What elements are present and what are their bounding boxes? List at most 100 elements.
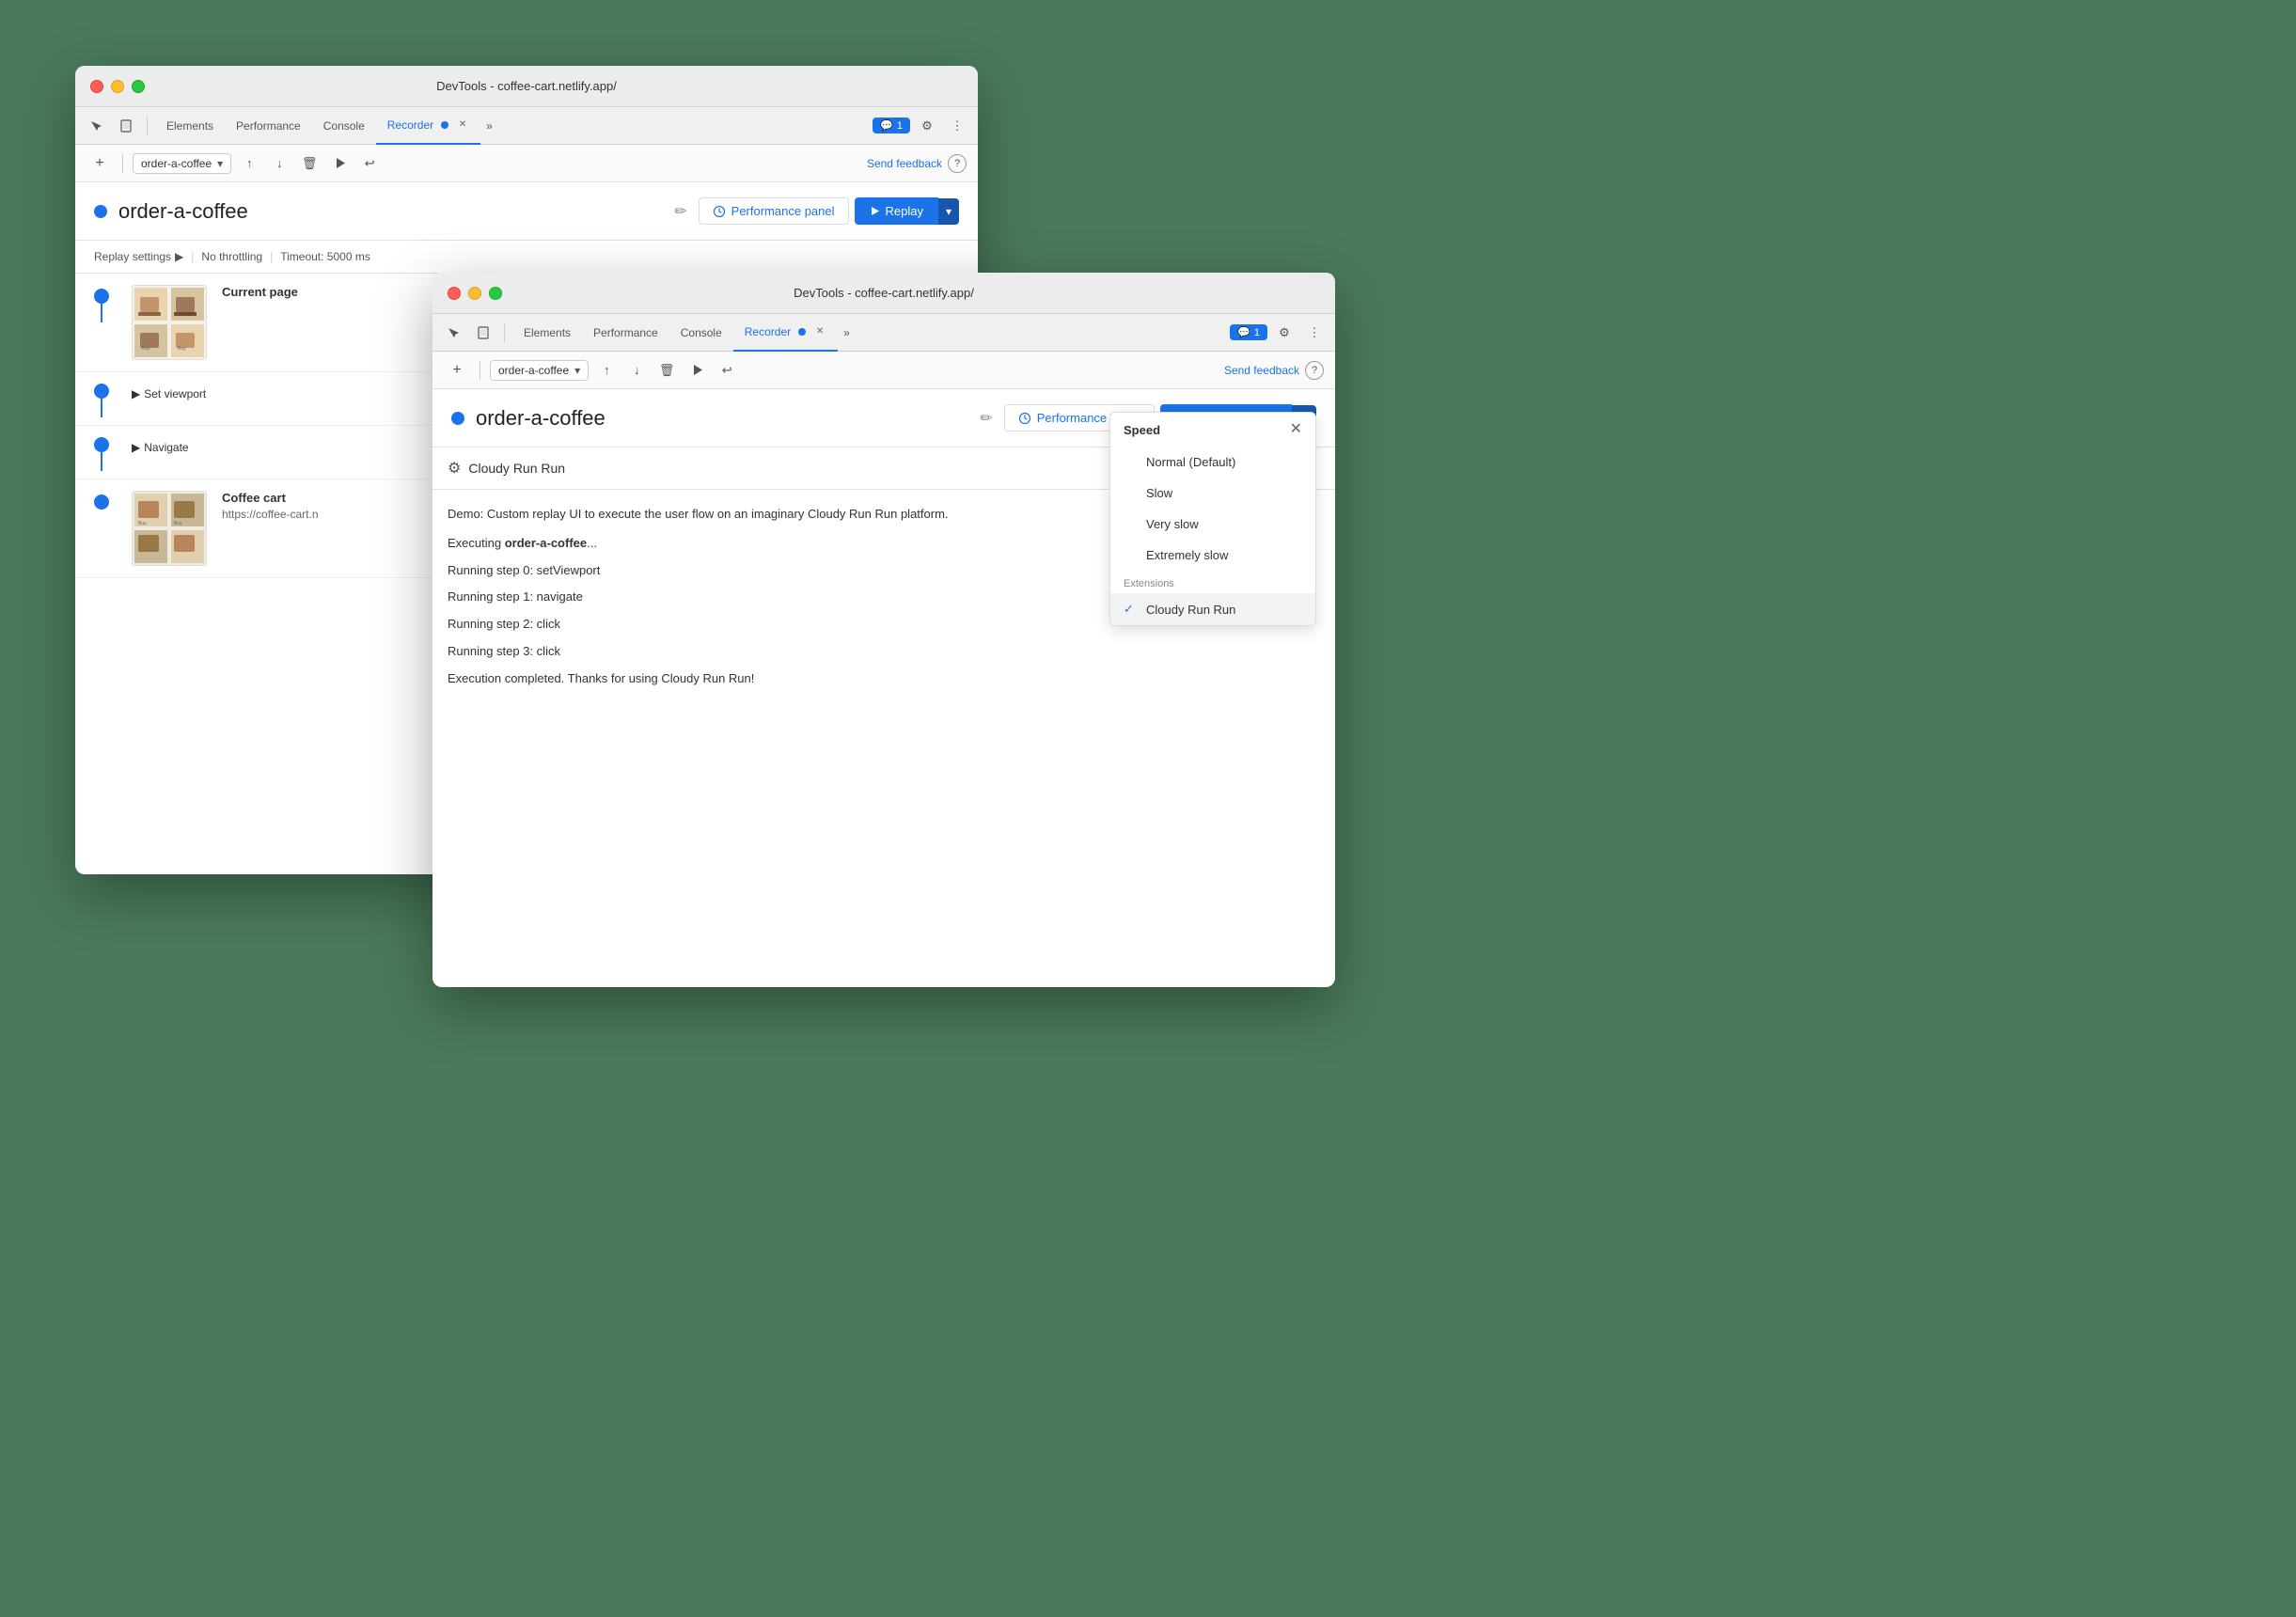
add-recording-back[interactable]: + — [86, 150, 113, 177]
dropdown-item-normal[interactable]: Normal (Default) — [1110, 447, 1315, 478]
replay-settings-label[interactable]: Replay settings ▶ — [94, 250, 183, 263]
step-line-2 — [101, 399, 102, 417]
minimize-button-back[interactable] — [111, 80, 124, 93]
executing-suffix: ... — [587, 536, 597, 550]
step-dot-1 — [94, 289, 109, 304]
extensions-section-label: Extensions — [1110, 571, 1315, 593]
delete-icon-front[interactable]: 🗑 — [654, 358, 679, 383]
dropdown-item-very-slow[interactable]: Very slow — [1110, 509, 1315, 540]
recording-header-back: order-a-coffee ✏ Performance panel Repla… — [75, 182, 978, 241]
tab-performance-front[interactable]: Performance — [582, 314, 669, 352]
step-line-1 — [101, 304, 102, 322]
send-feedback-front[interactable]: Send feedback — [1224, 364, 1299, 377]
expand-settings-icon: ▶ — [175, 250, 183, 263]
add-recording-front[interactable]: + — [444, 357, 470, 384]
step-expand-viewport[interactable]: ▶ Set viewport — [132, 380, 206, 408]
message-badge-back[interactable]: 💬1 — [873, 118, 910, 133]
svg-text:Buy: Buy — [142, 346, 150, 352]
svg-text:Buy: Buy — [138, 521, 147, 526]
send-feedback-back[interactable]: Send feedback — [867, 157, 942, 170]
device-icon-front[interactable] — [470, 320, 496, 346]
step-line-3 — [101, 452, 102, 471]
tab-console-front[interactable]: Console — [669, 314, 733, 352]
tab-recorder-front[interactable]: Recorder ✕ — [733, 314, 838, 352]
tab-recorder-back[interactable]: Recorder ✕ — [376, 107, 480, 145]
executing-prefix: Executing — [448, 536, 505, 550]
import-icon-back[interactable]: ↓ — [267, 151, 291, 176]
settings-icon-back[interactable]: ⚙ — [914, 113, 940, 139]
settings-icon-front[interactable]: ⚙ — [1271, 320, 1297, 346]
step-screenshot-4: Buy Buy — [132, 491, 207, 566]
step-dot-4 — [94, 495, 109, 510]
recording-title-back: order-a-coffee — [118, 199, 663, 224]
export-icon-front[interactable]: ↑ — [594, 358, 619, 383]
play-icon-front[interactable] — [684, 358, 709, 383]
more-tabs-front[interactable]: » — [838, 322, 856, 343]
delete-icon-back[interactable]: 🗑 — [297, 151, 322, 176]
cursor-icon-front[interactable] — [440, 320, 466, 346]
recorder-tab-close-back[interactable]: ✕ — [456, 118, 469, 132]
recording-selector-back[interactable]: order-a-coffee ▾ — [133, 153, 231, 174]
export-icon-back[interactable]: ↑ — [237, 151, 261, 176]
device-icon[interactable] — [113, 113, 139, 139]
more-options-icon-back[interactable]: ⋮ — [944, 113, 970, 139]
help-icon-back[interactable]: ? — [948, 154, 967, 173]
recording-name-front: order-a-coffee — [498, 364, 569, 377]
import-icon-front[interactable]: ↓ — [624, 358, 649, 383]
tab-elements-front[interactable]: Elements — [512, 314, 582, 352]
minimize-button-front[interactable] — [468, 287, 481, 300]
message-badge-front[interactable]: 💬1 — [1230, 324, 1267, 340]
play-icon-back[interactable] — [327, 151, 352, 176]
toolbar-right-back: 💬1 ⚙ ⋮ — [873, 113, 970, 139]
completed-line: Execution completed. Thanks for using Cl… — [448, 669, 1320, 689]
tab-performance-back[interactable]: Performance — [225, 107, 312, 145]
selector-chevron-back: ▾ — [217, 157, 223, 170]
window-title-front: DevTools - coffee-cart.netlify.app/ — [794, 286, 974, 300]
replay-settings-bar: Replay settings ▶ | No throttling | Time… — [75, 241, 978, 274]
step-dot-2 — [94, 384, 109, 399]
dropdown-close-icon[interactable]: ✕ — [1290, 422, 1302, 437]
maximize-button-front[interactable] — [489, 287, 502, 300]
title-bar-back: DevTools - coffee-cart.netlify.app/ — [75, 66, 978, 107]
selector-chevron-front: ▾ — [574, 364, 580, 377]
no-throttling-label: No throttling — [201, 250, 262, 263]
recorder-toolbar-front: + order-a-coffee ▾ ↑ ↓ 🗑 ↩ Send feedback… — [432, 352, 1335, 389]
speed-dropdown: Speed ✕ Normal (Default) Slow Very slow … — [1109, 412, 1316, 626]
recording-selector-front[interactable]: order-a-coffee ▾ — [490, 360, 589, 381]
expand-icon-navigate: ▶ — [132, 441, 140, 454]
step-expand-navigate[interactable]: ▶ Navigate — [132, 433, 189, 462]
executing-bold: order-a-coffee — [505, 536, 587, 550]
undo-icon-front[interactable]: ↩ — [715, 358, 739, 383]
help-icon-front[interactable]: ? — [1305, 361, 1324, 380]
undo-icon-back[interactable]: ↩ — [357, 151, 382, 176]
replay-dropdown-back[interactable]: ▾ — [938, 198, 959, 225]
edit-title-icon-back[interactable]: ✏ — [674, 202, 686, 221]
dropdown-item-cloudy[interactable]: ✓ Cloudy Run Run — [1110, 593, 1315, 625]
close-button-front[interactable] — [448, 287, 461, 300]
more-options-icon-front[interactable]: ⋮ — [1301, 320, 1328, 346]
devtools-toolbar-back: Elements Performance Console Recorder ✕ … — [75, 107, 978, 145]
step-dot-3 — [94, 437, 109, 452]
toolbar-divider-1 — [147, 117, 148, 135]
dropdown-item-extremely-slow[interactable]: Extremely slow — [1110, 540, 1315, 571]
title-bar-front: DevTools - coffee-cart.netlify.app/ — [432, 273, 1335, 314]
recorder-tab-close-front[interactable]: ✕ — [813, 325, 826, 338]
toolbar-right-front: 💬1 ⚙ ⋮ — [1230, 320, 1328, 346]
tab-bar-front: Elements Performance Console Recorder ✕ … — [512, 314, 1226, 352]
tab-console-back[interactable]: Console — [312, 107, 376, 145]
more-tabs-back[interactable]: » — [480, 116, 498, 136]
recording-dot-back — [94, 205, 107, 218]
cursor-icon[interactable] — [83, 113, 109, 139]
expand-icon-viewport: ▶ — [132, 387, 140, 400]
maximize-button-back[interactable] — [132, 80, 145, 93]
performance-panel-btn-back[interactable]: Performance panel — [699, 197, 849, 225]
close-button-back[interactable] — [90, 80, 103, 93]
tab-elements-back[interactable]: Elements — [155, 107, 225, 145]
dropdown-item-slow[interactable]: Slow — [1110, 478, 1315, 509]
replay-btn-back[interactable]: Replay — [855, 197, 938, 225]
devtools-window-front: DevTools - coffee-cart.netlify.app/ Elem… — [432, 273, 1335, 987]
devtools-toolbar-front: Elements Performance Console Recorder ✕ … — [432, 314, 1335, 352]
toolbar-divider-2 — [122, 154, 123, 173]
edit-title-icon-front[interactable]: ✏ — [980, 409, 992, 428]
plugin-gear-icon: ⚙ — [448, 459, 461, 478]
